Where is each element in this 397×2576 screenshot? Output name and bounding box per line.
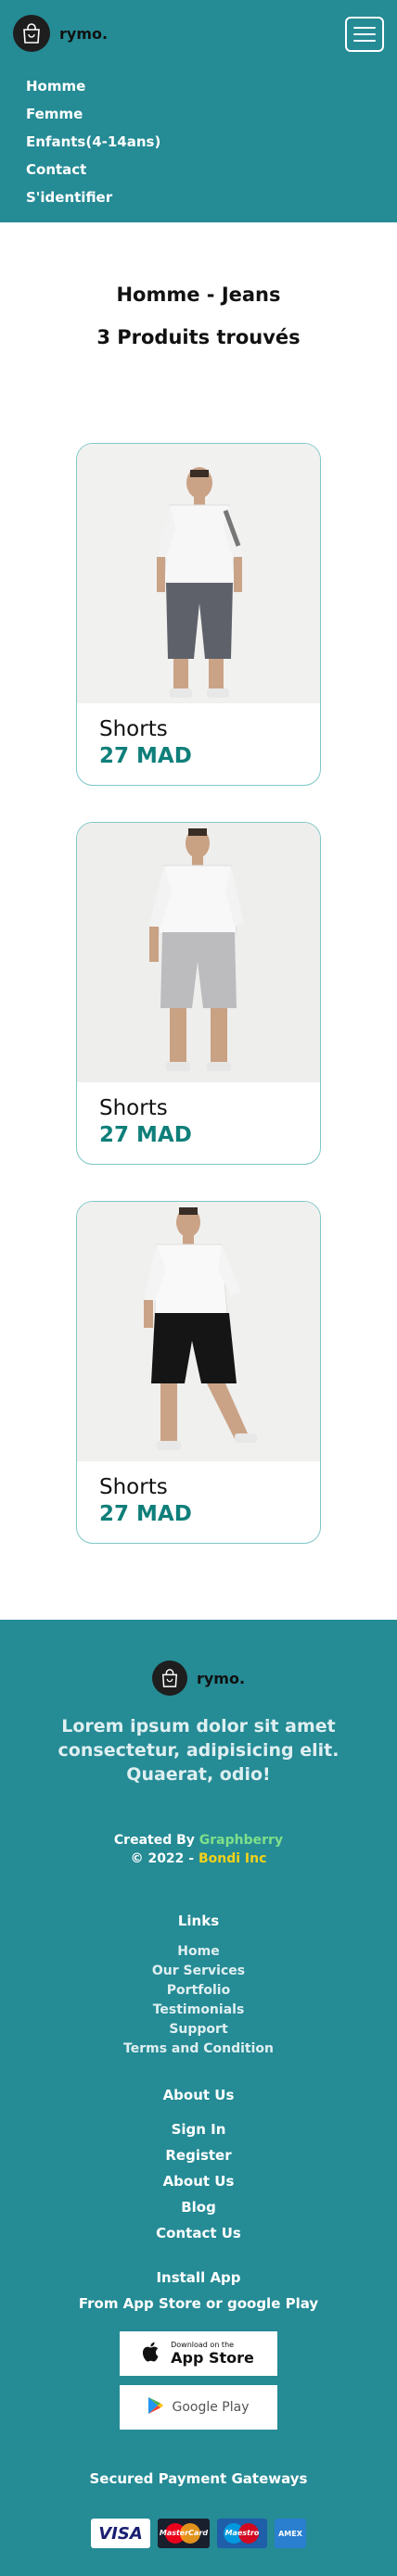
product-name[interactable]: Shorts xyxy=(99,716,298,742)
hamburger-icon[interactable] xyxy=(345,17,384,52)
footer-about-section: About Us Sign In Register About Us Blog … xyxy=(0,2087,397,2246)
footer-link-contact[interactable]: Contact Us xyxy=(0,2220,397,2246)
page-title: Homme - Jeans xyxy=(116,284,281,306)
install-app-section: Install App From App Store or google Pla… xyxy=(0,2265,397,2430)
footer-brand-logo[interactable]: rymo. xyxy=(0,1661,397,1696)
google-play-label: Google Play xyxy=(172,2400,250,2415)
app-store-small-text: Download on the xyxy=(171,2341,235,2349)
nav-link[interactable]: Femme xyxy=(26,106,83,122)
product-image[interactable] xyxy=(77,444,320,703)
nav-link[interactable]: Contact xyxy=(26,161,86,178)
footer-link-register[interactable]: Register xyxy=(0,2142,397,2168)
created-by: Created By Graphberry xyxy=(0,1831,397,1850)
about-list: Sign In Register About Us Blog Contact U… xyxy=(0,2116,397,2246)
nav-item-login[interactable]: S'identifier xyxy=(26,183,160,211)
product-price: 27 MAD xyxy=(99,1502,192,1526)
app-store-button[interactable]: Download on the App Store xyxy=(120,2331,277,2376)
mastercard-label: MasterCard xyxy=(159,2529,209,2537)
payment-methods: VISA MasterCard Maestro AMEX xyxy=(0,2519,397,2548)
nav-item-femme[interactable]: Femme xyxy=(26,100,160,128)
copyright-prefix: © 2022 - xyxy=(130,1851,198,1866)
site-footer: rymo. Lorem ipsum dolor sit amet consect… xyxy=(0,1620,397,2576)
result-count: 3 Produits trouvés xyxy=(96,326,301,348)
maestro-label: Maestro xyxy=(224,2529,260,2537)
footer-link-sign-in[interactable]: Sign In xyxy=(0,2116,397,2142)
product-info: Shorts 27 MAD xyxy=(77,703,320,770)
brand-name: rymo. xyxy=(59,24,109,43)
copyright: © 2022 - Bondi Inc xyxy=(0,1850,397,1868)
footer-credits: Created By Graphberry © 2022 - Bondi Inc xyxy=(0,1831,397,1868)
nav-item-enfants[interactable]: Enfants(4-14ans) xyxy=(26,128,160,156)
product-grid: Shorts 27 MAD Shorts 27 MAD Shorts 27 MA… xyxy=(0,443,397,1544)
shopping-bag-icon xyxy=(151,1661,187,1696)
brand-logo[interactable]: rymo. xyxy=(13,15,108,52)
footer-link-support[interactable]: Support xyxy=(0,2020,397,2039)
footer-link-testimonials[interactable]: Testimonials xyxy=(0,2001,397,2020)
created-by-prefix: Created By xyxy=(113,1833,199,1848)
product-info: Shorts 27 MAD xyxy=(77,1082,320,1149)
product-card[interactable]: Shorts 27 MAD xyxy=(76,443,321,786)
nav-link[interactable]: Homme xyxy=(26,78,85,95)
footer-links-section: Links Home Our Services Portfolio Testim… xyxy=(0,1913,397,2059)
footer-brand-name: rymo. xyxy=(196,1669,246,1687)
product-card[interactable]: Shorts 27 MAD xyxy=(76,1201,321,1544)
site-header: rymo. Homme Femme Enfants(4-14ans) Conta… xyxy=(0,0,397,222)
apple-icon xyxy=(143,2341,161,2367)
footer-link-about[interactable]: About Us xyxy=(0,2168,397,2194)
product-card[interactable]: Shorts 27 MAD xyxy=(76,822,321,1165)
footer-link-terms[interactable]: Terms and Condition xyxy=(0,2039,397,2059)
product-price: 27 MAD xyxy=(99,744,192,768)
links-list: Home Our Services Portfolio Testimonials… xyxy=(0,1942,397,2059)
links-title: Links xyxy=(177,1913,220,1929)
footer-link-home[interactable]: Home xyxy=(0,1942,397,1962)
maestro-icon: Maestro xyxy=(217,2519,267,2548)
mastercard-icon: MasterCard xyxy=(158,2519,210,2548)
about-title: About Us xyxy=(162,2087,235,2103)
copyright-link[interactable]: Bondi Inc xyxy=(198,1851,266,1866)
product-info: Shorts 27 MAD xyxy=(77,1461,320,1528)
shopping-bag-icon xyxy=(13,15,50,52)
app-store-label: App Store xyxy=(171,2349,254,2367)
app-store-text: Download on the App Store xyxy=(171,2342,254,2366)
payment-title: Secured Payment Gateways xyxy=(89,2470,308,2487)
visa-icon: VISA xyxy=(91,2519,150,2548)
product-listing: Homme - Jeans 3 Produits trouvés Shorts … xyxy=(0,222,397,1620)
footer-link-services[interactable]: Our Services xyxy=(0,1962,397,1981)
main-nav: Homme Femme Enfants(4-14ans) Contact S'i… xyxy=(26,72,160,211)
amex-icon: AMEX xyxy=(275,2519,306,2548)
product-name[interactable]: Shorts xyxy=(99,1474,298,1500)
nav-link[interactable]: S'identifier xyxy=(26,189,112,206)
created-by-link[interactable]: Graphberry xyxy=(199,1833,283,1848)
nav-item-homme[interactable]: Homme xyxy=(26,72,160,100)
nav-item-contact[interactable]: Contact xyxy=(26,156,160,183)
footer-link-portfolio[interactable]: Portfolio xyxy=(0,1981,397,2001)
footer-tagline: Lorem ipsum dolor sit amet consectetur, … xyxy=(58,1716,339,1785)
install-subtitle: From App Store or google Play xyxy=(78,2295,319,2312)
product-image[interactable] xyxy=(77,1202,320,1461)
google-play-button[interactable]: Google Play xyxy=(120,2385,277,2430)
install-title: Install App xyxy=(156,2269,241,2286)
google-play-icon xyxy=(147,2396,164,2418)
product-name[interactable]: Shorts xyxy=(99,1095,298,1121)
product-image[interactable] xyxy=(77,823,320,1082)
nav-link[interactable]: Enfants(4-14ans) xyxy=(26,133,160,150)
product-price: 27 MAD xyxy=(99,1123,192,1147)
footer-link-blog[interactable]: Blog xyxy=(0,2194,397,2220)
